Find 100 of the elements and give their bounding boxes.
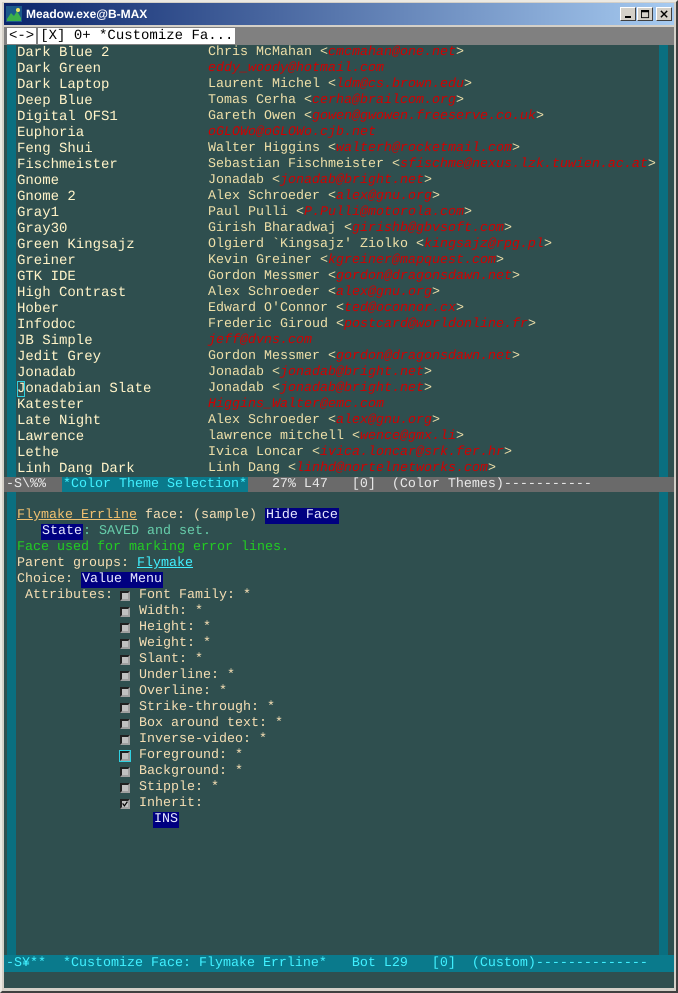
theme-author: Alex Schroeder < xyxy=(208,413,336,428)
theme-author: Girish Bharadwaj < xyxy=(208,221,352,236)
checkbox[interactable] xyxy=(120,623,130,633)
theme-name[interactable]: Jonadab xyxy=(17,365,208,381)
closing-bracket: > xyxy=(536,109,544,124)
maximize-button[interactable] xyxy=(637,7,653,21)
theme-name[interactable]: Green Kingsajz xyxy=(17,237,208,253)
hide-face-button[interactable]: Hide Face xyxy=(264,508,339,524)
attribute-label: Inverse-video: * xyxy=(139,732,267,748)
checkbox[interactable] xyxy=(120,655,130,665)
theme-author: Edward O'Connor < xyxy=(208,301,344,316)
theme-author: Linh Dang < xyxy=(208,461,296,476)
theme-author: lawrence mitchell < xyxy=(208,429,360,444)
checkbox[interactable] xyxy=(120,607,130,617)
buffer-position: Bot L29 xyxy=(352,955,408,972)
author-email: jeff@dvns.com xyxy=(208,333,312,348)
theme-name[interactable]: Fischmeister xyxy=(17,157,208,173)
attribute-label: Weight: * xyxy=(139,636,211,652)
theme-name[interactable]: Lethe xyxy=(17,445,208,461)
theme-name[interactable]: Late Night xyxy=(17,413,208,429)
checkbox[interactable] xyxy=(120,671,130,681)
theme-author: Gareth Owen < xyxy=(208,109,312,124)
author-email: walterh@rocketmail.com xyxy=(336,141,512,156)
theme-name[interactable]: High Contrast xyxy=(17,285,208,301)
attribute-label: Strike-through: * xyxy=(139,700,275,716)
checkbox[interactable] xyxy=(120,591,130,601)
recursion-depth: [0] xyxy=(432,955,456,972)
theme-name[interactable]: Jedit Grey xyxy=(17,349,208,365)
attribute-label: Foreground: * xyxy=(139,748,243,764)
theme-name[interactable]: Lawrence xyxy=(17,429,208,445)
closing-bracket: > xyxy=(512,349,520,364)
author-email: cmcmahan@one.net xyxy=(328,45,456,60)
checkbox[interactable] xyxy=(120,719,130,729)
face-sample-label: face: (sample) xyxy=(144,508,257,524)
state-button[interactable]: State xyxy=(40,524,83,540)
theme-author: Alex Schroeder < xyxy=(208,285,336,300)
theme-name[interactable]: Gnome 2 xyxy=(17,189,208,205)
scroll-tabs-button[interactable]: <-> xyxy=(7,28,36,44)
author-email: gordon@dragonsdawn.net xyxy=(336,269,512,284)
parent-group-link[interactable]: Flymake xyxy=(136,556,193,572)
theme-author: Kevin Greiner < xyxy=(208,253,328,268)
theme-name[interactable]: Gray1 xyxy=(17,205,208,221)
theme-name[interactable]: GTK IDE xyxy=(17,269,208,285)
minimize-button[interactable] xyxy=(620,7,636,21)
theme-author: Tomas Cerha < xyxy=(208,93,312,108)
closing-bracket: > xyxy=(504,221,512,236)
major-mode: (Custom)-------------- xyxy=(472,955,648,972)
attribute-label: Box around text: * xyxy=(139,716,283,732)
closing-bracket: > xyxy=(512,269,520,284)
theme-name[interactable]: Gnome xyxy=(17,173,208,189)
theme-author: Walter Higgins < xyxy=(208,141,336,156)
checkbox[interactable] xyxy=(120,639,130,649)
checkbox[interactable] xyxy=(120,687,130,697)
app-icon xyxy=(6,6,22,22)
checkbox[interactable] xyxy=(120,799,130,809)
theme-name[interactable]: JB Simple xyxy=(17,333,208,349)
theme-name[interactable]: Gray30 xyxy=(17,221,208,237)
theme-name[interactable]: Euphoria xyxy=(17,125,208,141)
theme-name[interactable]: Hober xyxy=(17,301,208,317)
theme-name[interactable]: Linh Dang Dark xyxy=(17,461,208,477)
author-email: linhd@nortelnetworks.com xyxy=(296,461,488,476)
buffer-name: *Customize Face: Flymake Errline* xyxy=(62,955,328,972)
closing-bracket: > xyxy=(512,141,520,156)
closing-bracket: > xyxy=(456,429,464,444)
author-email: kingsajz@rpg.pl xyxy=(424,237,544,252)
scroll-bar[interactable] xyxy=(659,492,668,955)
buffer-tab[interactable]: [X] 0+ *Customize Fa... xyxy=(38,28,236,44)
theme-name[interactable]: Feng Shui xyxy=(17,141,208,157)
value-menu-button[interactable]: Value Menu xyxy=(80,572,163,588)
mode-flags: -S\%% xyxy=(6,477,46,492)
window-title: Meadow.exe@B-MAX xyxy=(26,7,148,21)
author-email: ted@oconnor.cx xyxy=(344,301,456,316)
face-name-link[interactable]: Flymake Errline xyxy=(17,508,137,524)
theme-name[interactable]: Deep Blue xyxy=(17,93,208,109)
insert-button[interactable]: INS xyxy=(153,812,179,828)
checkbox[interactable] xyxy=(120,735,130,745)
closing-bracket: > xyxy=(456,301,464,316)
theme-name[interactable]: Dark Laptop xyxy=(17,77,208,93)
buffer-name: *Color Theme Selection* xyxy=(62,477,248,492)
checkbox[interactable] xyxy=(120,703,130,713)
theme-name[interactable]: Jonadabian Slate xyxy=(17,381,208,397)
theme-name[interactable]: Infodoc xyxy=(17,317,208,333)
checkbox[interactable] xyxy=(120,767,130,777)
closing-bracket: > xyxy=(424,365,432,380)
author-email: jonadab@bright.net xyxy=(280,365,424,380)
checkbox[interactable] xyxy=(120,783,130,793)
theme-name[interactable]: Greiner xyxy=(17,253,208,269)
scroll-bar[interactable] xyxy=(659,45,668,477)
close-button[interactable] xyxy=(656,7,672,21)
theme-name[interactable]: Dark Blue 2 xyxy=(17,45,208,61)
minimize-icon xyxy=(625,16,631,18)
theme-author: Frederic Giroud < xyxy=(208,317,344,332)
theme-name[interactable]: Digital OFS1 xyxy=(17,109,208,125)
attribute-label: Stipple: * xyxy=(139,780,219,796)
theme-author: Jonadab < xyxy=(208,365,280,380)
theme-name[interactable]: Dark Green xyxy=(17,61,208,77)
author-email: jonadab@bright.net xyxy=(280,381,424,396)
theme-author: Jonadab < xyxy=(208,381,280,396)
closing-bracket: > xyxy=(432,285,440,300)
theme-name[interactable]: Katester xyxy=(17,397,208,413)
